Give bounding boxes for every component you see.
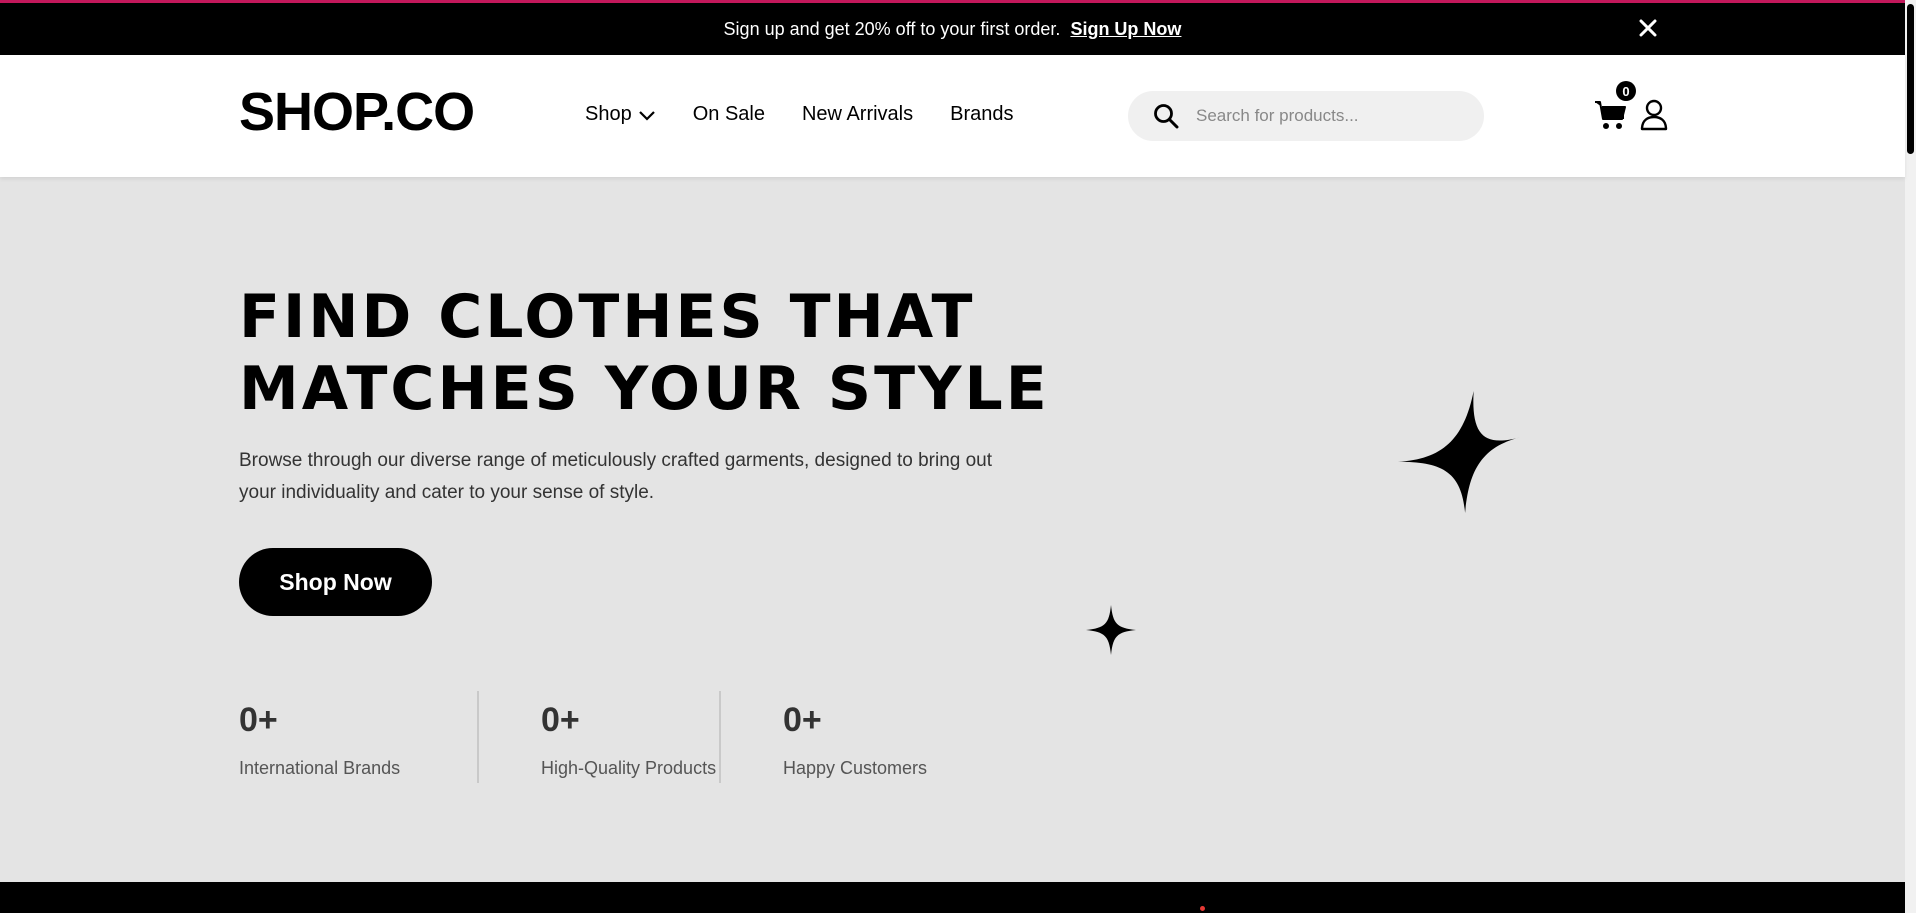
hero-title-line: FIND CLOTHES THAT xyxy=(239,282,976,352)
hero-section: FIND CLOTHES THAT MATCHES YOUR STYLE Bro… xyxy=(0,177,1905,882)
stat-label: High-Quality Products xyxy=(541,758,717,778)
bottom-band xyxy=(0,882,1905,913)
stat-label: International Brands xyxy=(239,758,401,778)
nav-item-shop[interactable]: Shop xyxy=(585,103,656,126)
search-icon[interactable] xyxy=(1152,102,1180,130)
nav-item-label: New Arrivals xyxy=(801,103,914,125)
nav-item-label: Brands xyxy=(950,103,1014,125)
hero-title: FIND CLOTHES THAT MATCHES YOUR STYLE xyxy=(239,281,1059,425)
stat-item: 0+ International Brands xyxy=(239,691,477,783)
site-header: SHOP.CO Shop On Sale New Arrivals Brands xyxy=(0,55,1905,177)
search-bar xyxy=(1128,91,1484,141)
nav-item-on-sale[interactable]: On Sale xyxy=(693,103,765,126)
sparkle-icon xyxy=(1398,391,1520,513)
cart-count-badge: 0 xyxy=(1616,81,1636,101)
sparkle-icon xyxy=(1086,605,1136,655)
hero-description: Browse through our diverse range of meti… xyxy=(239,450,993,503)
close-icon[interactable] xyxy=(1636,16,1660,40)
nav-item-new-arrivals[interactable]: New Arrivals xyxy=(802,103,913,126)
stats-row: 0+ International Brands 0+ High-Quality … xyxy=(239,691,983,783)
nav-item-label: On Sale xyxy=(692,103,765,125)
page: Sign up and get 20% off to your first or… xyxy=(0,0,1916,913)
nav-item-label: Shop xyxy=(585,103,632,125)
stat-value: 0+ xyxy=(541,701,580,739)
cart-icon[interactable] xyxy=(1594,99,1628,131)
hero-title-line: MATCHES YOUR STYLE xyxy=(239,354,1050,424)
scrollbar[interactable] xyxy=(1905,0,1916,913)
stat-value: 0+ xyxy=(239,701,278,739)
stat-label: Happy Customers xyxy=(783,758,928,778)
stat-divider xyxy=(477,691,479,783)
announcement-message: Sign up and get 20% off to your first or… xyxy=(723,18,1061,39)
scrollbar-thumb[interactable] xyxy=(1907,4,1914,154)
stat-value: 0+ xyxy=(783,701,822,739)
chevron-down-icon xyxy=(638,110,655,121)
user-icon[interactable] xyxy=(1640,99,1668,131)
shop-now-button[interactable]: Shop Now xyxy=(239,548,432,616)
logo[interactable]: SHOP.CO xyxy=(239,85,475,139)
nav-item-brands[interactable]: Brands xyxy=(950,103,1013,126)
search-input[interactable] xyxy=(1194,105,1454,127)
red-dot xyxy=(1200,906,1205,911)
announcement-bar: Sign up and get 20% off to your first or… xyxy=(0,3,1905,55)
stat-item: 0+ Happy Customers xyxy=(783,691,983,783)
sign-up-link[interactable]: Sign Up Now xyxy=(1070,19,1181,40)
main-nav: Shop On Sale New Arrivals Brands xyxy=(585,103,1051,126)
